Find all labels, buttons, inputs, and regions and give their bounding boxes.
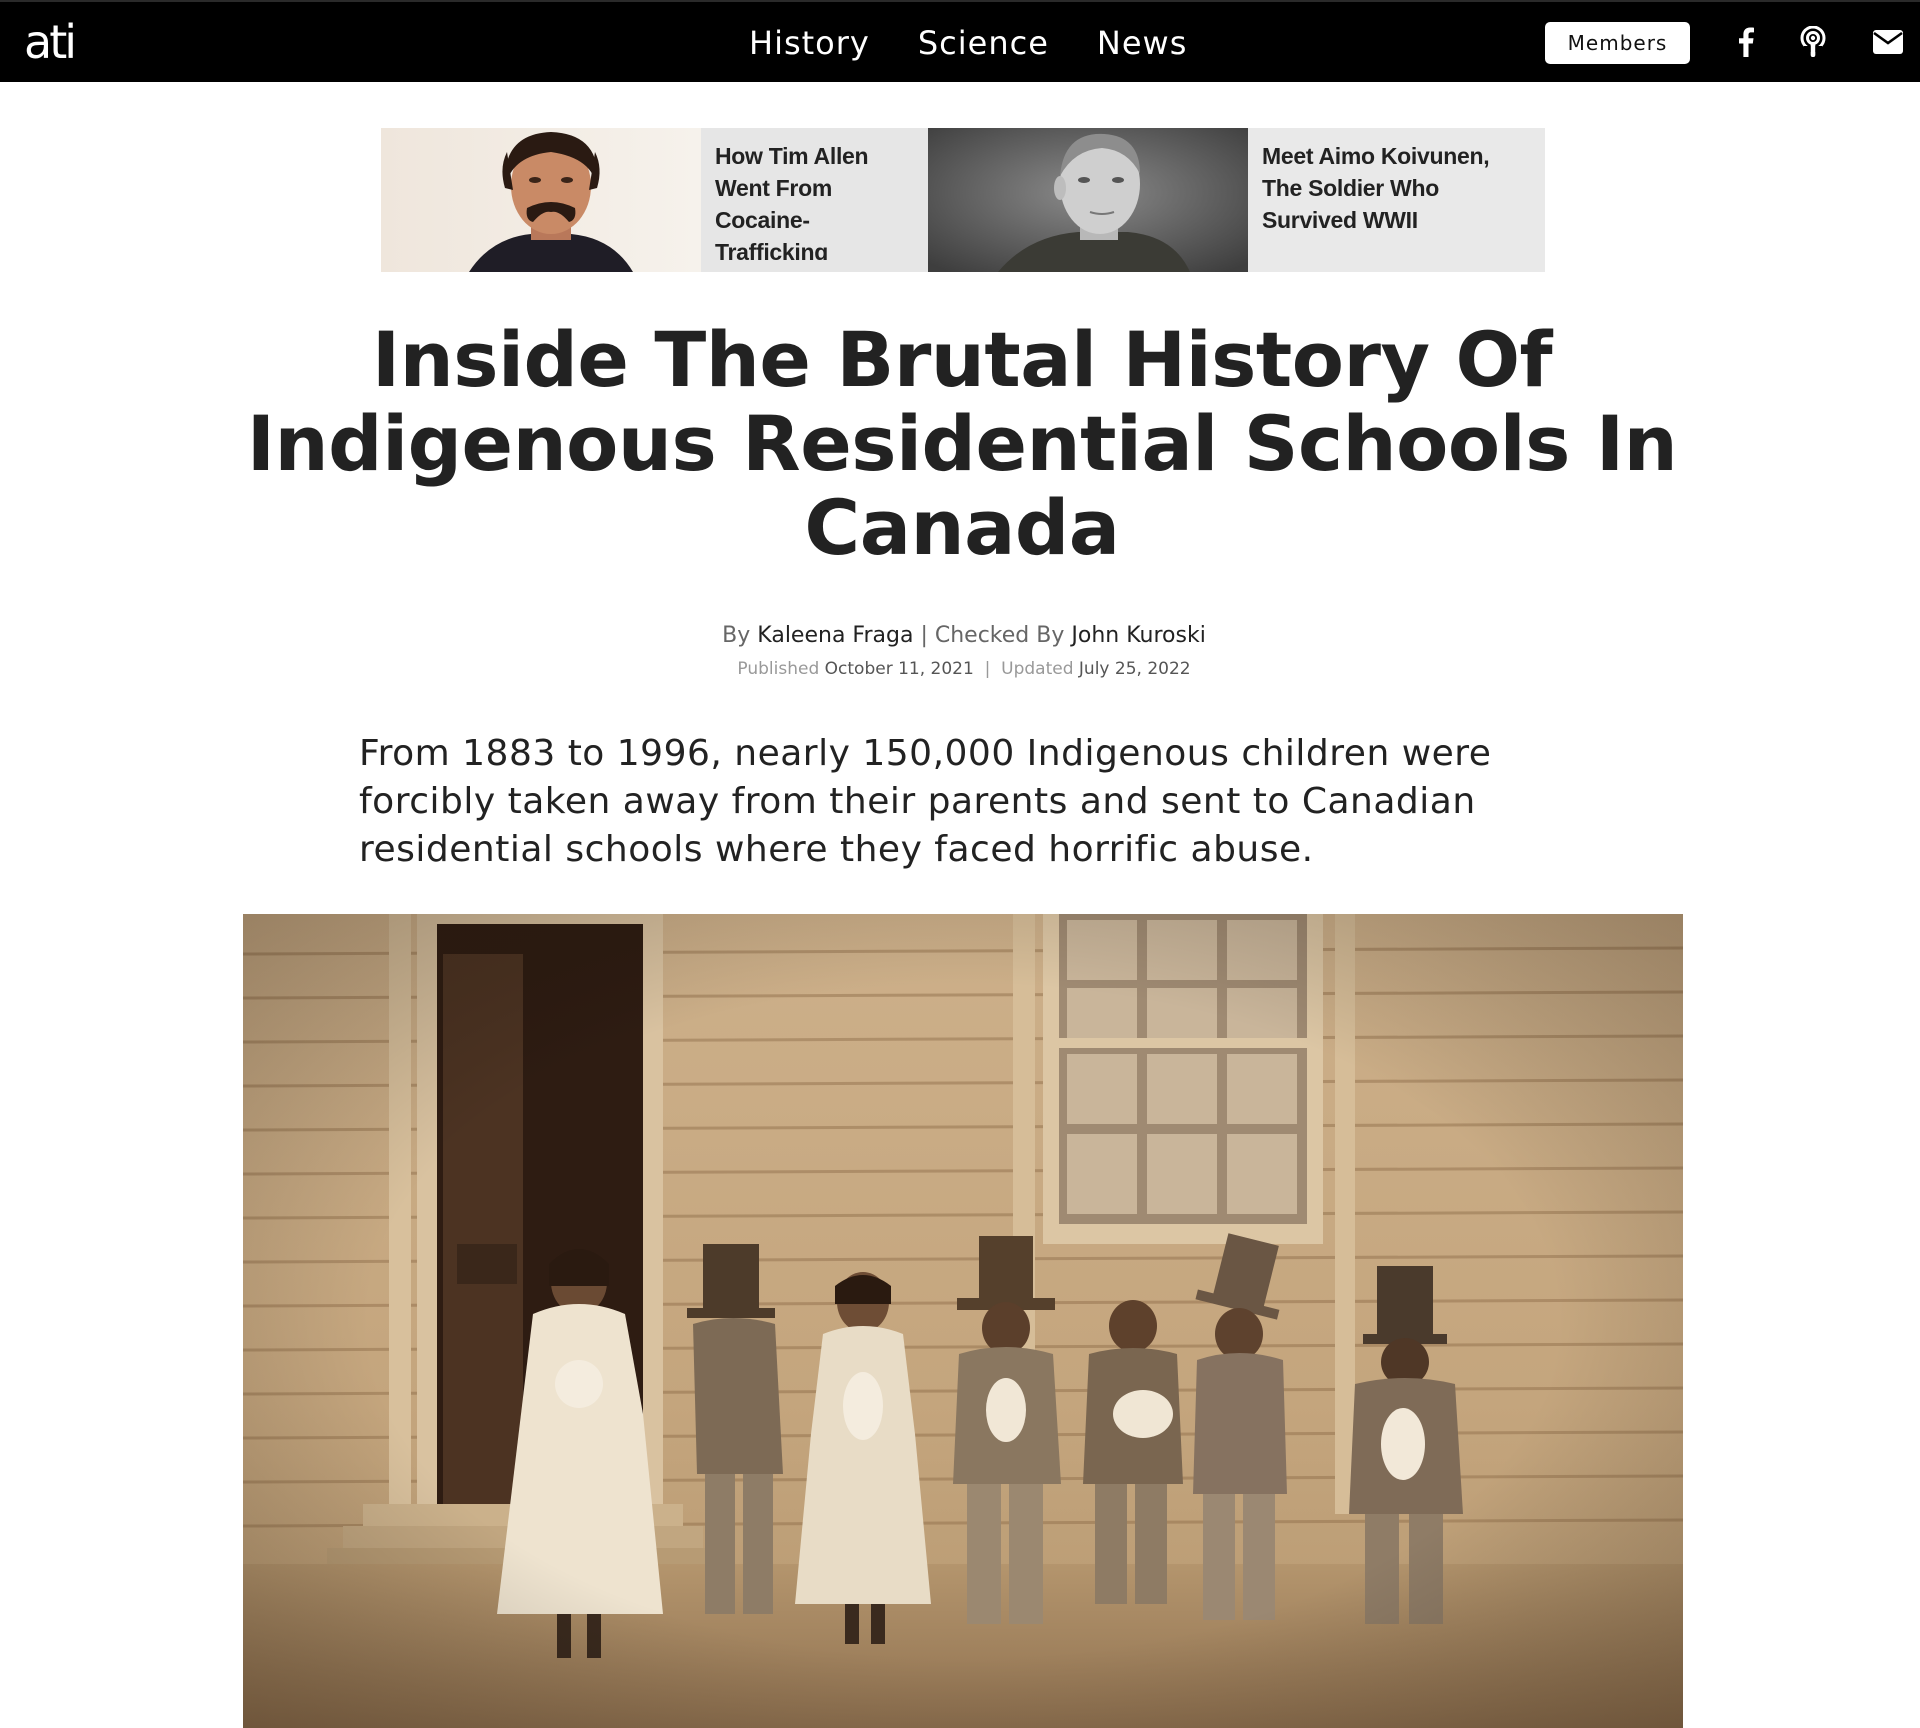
- updated-prefix: Updated: [1001, 659, 1074, 679]
- podcast-icon[interactable]: [1795, 24, 1831, 60]
- byline-separator: |: [920, 623, 928, 648]
- article-hero-image: [243, 914, 1683, 1728]
- article-dates: Published October 11, 2021 | Updated Jul…: [0, 656, 1920, 682]
- email-icon[interactable]: [1870, 24, 1906, 60]
- dates-separator: |: [984, 659, 991, 679]
- updated-date: July 25, 2022: [1078, 659, 1191, 679]
- related-article-thumbnail: [928, 128, 1248, 272]
- top-navigation-bar: ati History Science News Members: [0, 0, 1920, 82]
- nav-link-news[interactable]: News: [1097, 22, 1187, 64]
- facebook-icon[interactable]: [1728, 24, 1764, 60]
- published-date: October 11, 2021: [824, 659, 974, 679]
- nav-link-history[interactable]: History: [749, 22, 870, 64]
- fact-checker-link[interactable]: John Kuroski: [1071, 623, 1205, 648]
- related-article-title[interactable]: How Tim Allen Went From Cocaine-Traffick…: [701, 128, 928, 260]
- published-prefix: Published: [737, 659, 820, 679]
- article-dek: From 1883 to 1996, nearly 150,000 Indige…: [359, 733, 1492, 870]
- article-headline: Inside The Brutal History Of Indigenous …: [246, 315, 1678, 572]
- author-link[interactable]: Kaleena Fraga: [757, 623, 913, 648]
- site-logo[interactable]: ati: [24, 14, 77, 70]
- related-articles-strip: How Tim Allen Went From Cocaine-Traffick…: [381, 128, 1545, 272]
- nav-link-science[interactable]: Science: [918, 22, 1049, 64]
- article-byline: By Kaleena Fraga | Checked By John Kuros…: [0, 620, 1920, 652]
- related-article-title[interactable]: Meet Aimo Koivunen, The Soldier Who Surv…: [1248, 128, 1545, 260]
- related-article-card[interactable]: How Tim Allen Went From Cocaine-Traffick…: [381, 128, 928, 272]
- checked-by-prefix: Checked By: [934, 623, 1065, 648]
- related-article-thumbnail: [381, 128, 701, 272]
- related-article-card[interactable]: Meet Aimo Koivunen, The Soldier Who Surv…: [928, 128, 1545, 272]
- main-nav: History Science News: [749, 22, 1187, 64]
- members-button[interactable]: Members: [1545, 22, 1690, 64]
- byline-prefix: By: [722, 623, 751, 648]
